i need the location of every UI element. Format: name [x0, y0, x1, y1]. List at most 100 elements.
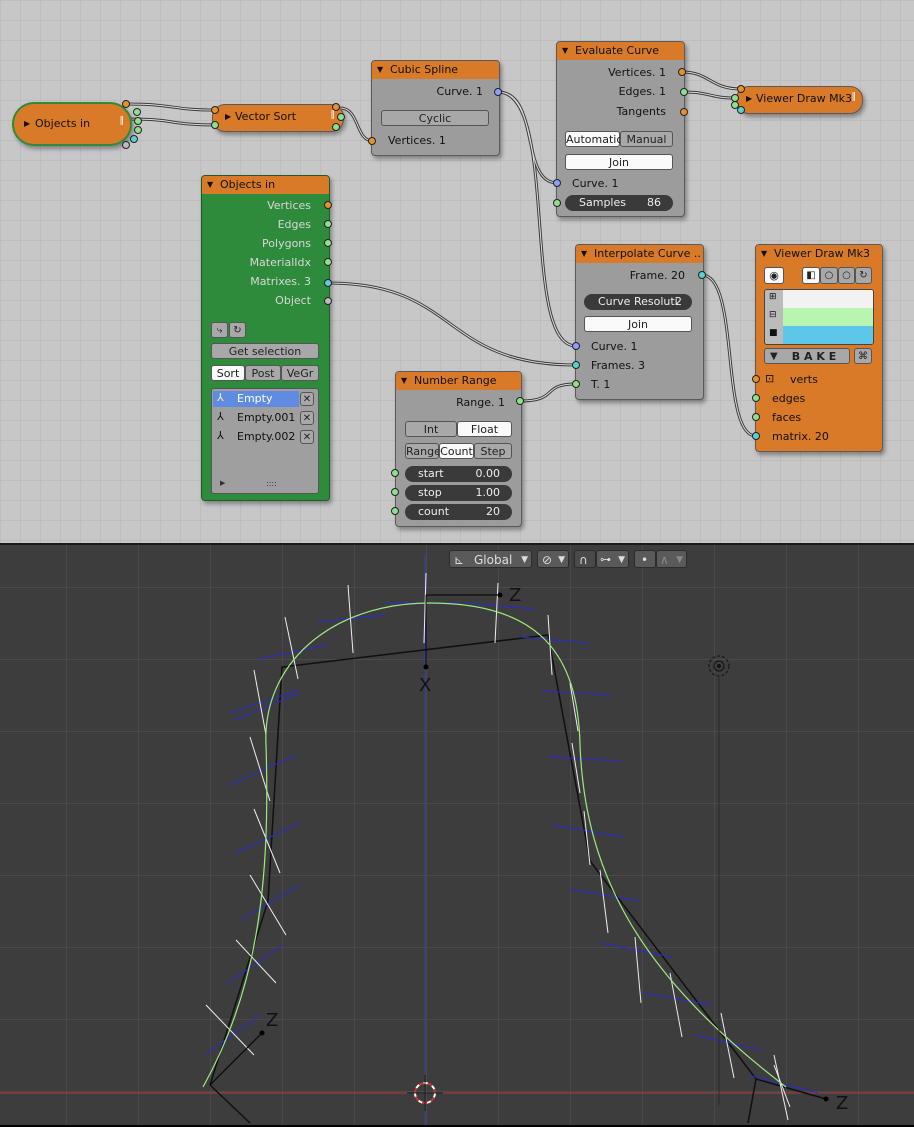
list-item[interactable]: ⅄ Empty	[213, 391, 299, 407]
tab-sort[interactable]: Sort	[211, 365, 245, 381]
count-field[interactable]: count 20	[405, 504, 512, 520]
shading-icon[interactable]: ○	[820, 267, 838, 284]
socket[interactable]	[324, 239, 332, 247]
face-color-swatch[interactable]	[783, 326, 873, 344]
vector-sort-node[interactable]: ▶ Vector Sort ‖	[212, 104, 344, 132]
falloff-dropdown[interactable]: ∧ ▼	[656, 550, 687, 568]
socket[interactable]	[130, 135, 138, 143]
socket[interactable]	[391, 469, 399, 477]
mode-range-button[interactable]: Range	[405, 443, 441, 459]
socket[interactable]	[391, 507, 399, 515]
samples-field[interactable]: Samples 86	[565, 195, 673, 211]
socket[interactable]	[133, 108, 141, 116]
socket[interactable]	[680, 88, 688, 96]
objects-in-node[interactable]: Objects in Vertices Edges Polygons Mater…	[201, 175, 330, 501]
edge-color-swatch[interactable]	[783, 308, 873, 327]
tab-vegr[interactable]: VeGr	[281, 365, 319, 381]
orientation-dropdown[interactable]: ⊾ Global ▼	[449, 550, 532, 568]
stop-field[interactable]: stop 1.00	[405, 485, 512, 501]
socket[interactable]	[678, 68, 686, 76]
socket[interactable]	[324, 279, 332, 287]
curve-resolution-field[interactable]: Curve Resoluti 2	[584, 294, 692, 310]
mode-step-button[interactable]: Step	[474, 443, 512, 459]
socket[interactable]	[737, 106, 745, 114]
proportional-edit-toggle[interactable]: •	[634, 550, 656, 568]
socket[interactable]	[752, 394, 760, 402]
collapse-arrow-icon[interactable]: ▶	[24, 119, 30, 128]
type-int-button[interactable]: Int	[405, 421, 457, 437]
socket[interactable]	[211, 106, 219, 114]
snap-element-dropdown[interactable]: ⊶ ▼	[596, 550, 629, 568]
socket[interactable]	[324, 201, 332, 209]
pivot-dropdown[interactable]: ⊘ ▼	[537, 550, 569, 568]
interpolate-curve-node[interactable]: Interpolate Curve .. Frame. 20 Curve Res…	[575, 244, 704, 400]
node-title[interactable]: Evaluate Curve	[557, 42, 684, 60]
socket[interactable]	[122, 100, 130, 108]
snap-icon[interactable]: ⌘	[854, 348, 872, 364]
object-list[interactable]: ⅄ Empty ✕ ⅄ Empty.001 ✕ ⅄ Empty.002 ✕ ▶ …	[211, 388, 319, 494]
list-item[interactable]: ⅄ Empty.002	[213, 429, 299, 445]
socket[interactable]	[332, 123, 340, 131]
objects-in-collapsed-node[interactable]: ▶ Objects in ‖	[12, 102, 132, 146]
socket[interactable]	[337, 113, 345, 121]
mode-manual-button[interactable]: Manual	[620, 131, 673, 147]
node-title[interactable]: Viewer Draw Mk3	[756, 245, 882, 263]
bake-button[interactable]: ▼ B A K E	[764, 348, 850, 364]
socket[interactable]	[324, 258, 332, 266]
hide-toggle-icon[interactable]: ⤷	[211, 322, 228, 338]
socket[interactable]	[324, 220, 332, 228]
socket[interactable]	[122, 141, 130, 149]
remove-item-button[interactable]: ✕	[300, 392, 314, 406]
socket[interactable]	[516, 397, 524, 405]
start-field[interactable]: start 0.00	[405, 466, 512, 482]
list-item[interactable]: ⅄ Empty.001	[213, 410, 299, 426]
evaluate-curve-node[interactable]: Evaluate Curve Vertices. 1 Edges. 1 Tang…	[556, 41, 685, 217]
remove-item-button[interactable]: ✕	[300, 430, 314, 444]
resize-grip[interactable]: ::::	[266, 479, 277, 488]
socket[interactable]	[391, 488, 399, 496]
refresh-icon[interactable]: ↻	[229, 322, 246, 338]
node-title[interactable]: Objects in	[202, 176, 329, 194]
get-selection-button[interactable]: Get selection	[211, 343, 319, 359]
join-toggle[interactable]: Join	[584, 316, 692, 332]
cyclic-toggle[interactable]: Cyclic	[381, 110, 489, 126]
vertex-show-icon[interactable]: ⊡	[765, 372, 774, 385]
tab-post[interactable]: Post	[245, 365, 281, 381]
socket[interactable]	[572, 380, 580, 388]
socket[interactable]	[752, 375, 760, 383]
cubic-spline-node[interactable]: Cubic Spline Curve. 1 Cyclic Vertices. 1	[371, 60, 500, 156]
socket[interactable]	[494, 88, 502, 96]
viewer-draw-node[interactable]: Viewer Draw Mk3 ◉ ◧ ○ ○ ↻ ⊞ ⊟ ■ ▼ B A K …	[755, 244, 883, 452]
join-toggle[interactable]: Join	[565, 154, 673, 170]
node-title[interactable]: Number Range	[396, 372, 521, 390]
type-float-button[interactable]: Float	[457, 421, 512, 437]
socket[interactable]	[332, 103, 340, 111]
snap-toggle[interactable]: ∩	[574, 550, 596, 568]
node-editor[interactable]: ▶ Objects in ‖ ▶ Vector Sort ‖ Cubic Spl…	[0, 0, 914, 543]
socket[interactable]	[324, 297, 332, 305]
3d-viewport[interactable]: Z X Z Z ⊾ Global ▼ ⊘ ▼ ∩ ⊶ ▼ • ∧ ▼	[0, 545, 914, 1125]
mode-automatic-button[interactable]: Automatic	[565, 131, 622, 147]
socket[interactable]	[572, 361, 580, 369]
socket[interactable]	[680, 108, 688, 116]
sync-icon[interactable]: ↻	[855, 267, 872, 284]
display-mode-icon[interactable]: ◧	[802, 267, 820, 284]
node-title[interactable]: Cubic Spline	[372, 61, 499, 79]
collapse-arrow-icon[interactable]: ▶	[225, 112, 231, 121]
sphere-icon[interactable]: ○	[838, 267, 855, 284]
socket[interactable]	[553, 179, 561, 187]
viewer-draw-collapsed-node[interactable]: ▶ Viewer Draw Mk3 ‖	[736, 86, 863, 114]
socket[interactable]	[134, 126, 142, 134]
vertex-color-swatch[interactable]	[783, 290, 873, 309]
socket[interactable]	[572, 342, 580, 350]
node-title[interactable]: Interpolate Curve ..	[576, 245, 703, 263]
socket[interactable]	[211, 121, 219, 129]
number-range-node[interactable]: Number Range Range. 1 Int Float Range Co…	[395, 371, 522, 527]
socket[interactable]	[752, 413, 760, 421]
socket[interactable]	[553, 199, 561, 207]
socket[interactable]	[698, 271, 706, 279]
eye-icon[interactable]: ◉	[764, 267, 784, 284]
socket[interactable]	[752, 432, 760, 440]
socket[interactable]	[368, 137, 376, 145]
collapse-arrow-icon[interactable]: ▶	[746, 94, 752, 103]
